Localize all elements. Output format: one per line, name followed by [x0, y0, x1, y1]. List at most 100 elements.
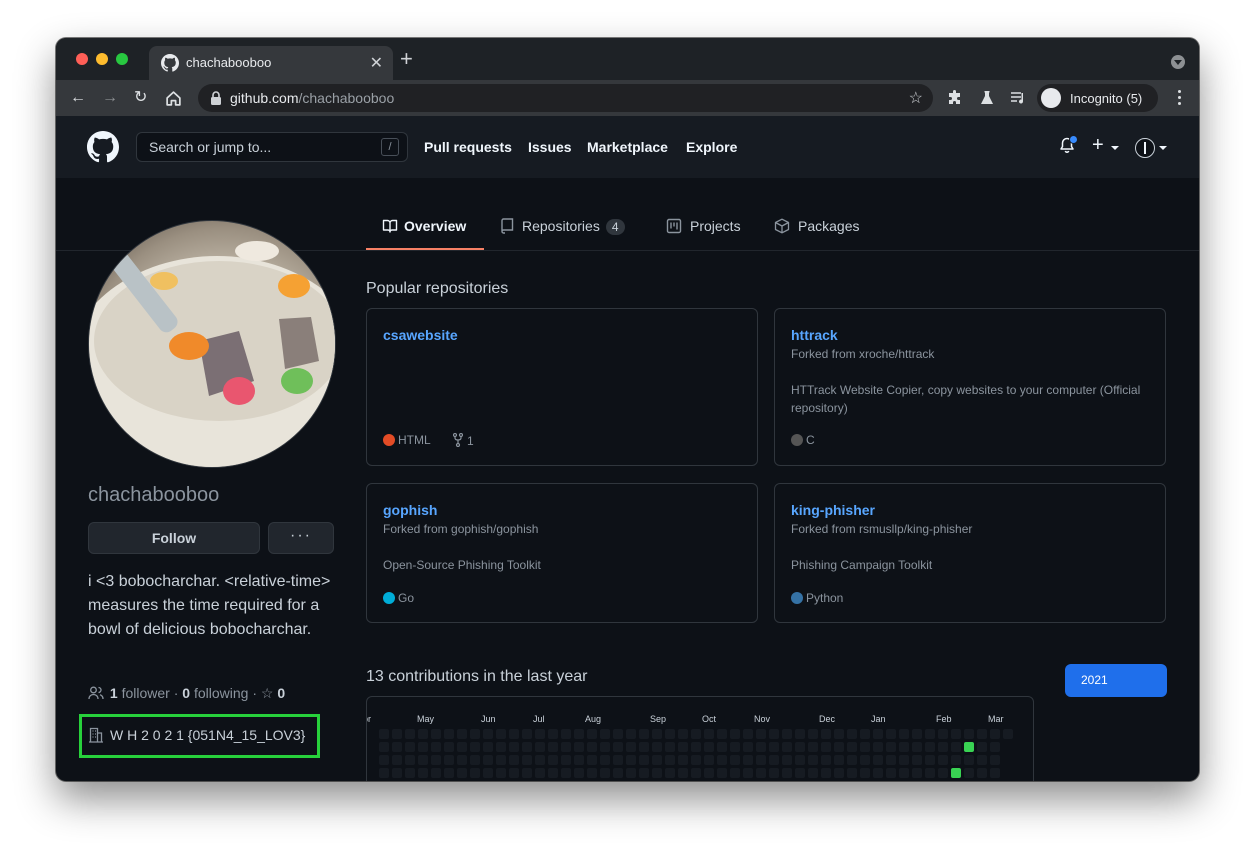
contribution-day[interactable] — [756, 768, 766, 778]
contribution-day[interactable] — [769, 768, 779, 778]
contribution-day[interactable] — [457, 729, 467, 739]
contribution-day[interactable] — [782, 742, 792, 752]
contribution-day[interactable] — [418, 755, 428, 765]
contribution-day[interactable] — [899, 742, 909, 752]
contribution-day[interactable] — [678, 755, 688, 765]
contribution-day[interactable] — [639, 768, 649, 778]
contribution-day[interactable] — [483, 755, 493, 765]
contribution-day[interactable] — [379, 755, 389, 765]
contribution-day[interactable] — [899, 768, 909, 778]
contribution-day[interactable] — [444, 755, 454, 765]
contribution-day[interactable] — [574, 742, 584, 752]
contribution-day[interactable] — [951, 755, 961, 765]
contribution-day[interactable] — [587, 742, 597, 752]
media-queue-icon[interactable] — [1010, 90, 1027, 106]
contribution-day[interactable] — [990, 768, 1000, 778]
contribution-day[interactable] — [782, 729, 792, 739]
contribution-day[interactable] — [951, 729, 961, 739]
contribution-day[interactable] — [626, 768, 636, 778]
contribution-day[interactable] — [873, 742, 883, 752]
close-tab-icon[interactable]: ✕ — [370, 53, 383, 73]
contribution-day[interactable] — [626, 742, 636, 752]
contribution-day[interactable] — [847, 755, 857, 765]
create-new-icon[interactable]: + — [1092, 134, 1104, 157]
contribution-day[interactable] — [678, 768, 688, 778]
contribution-day[interactable] — [509, 755, 519, 765]
contribution-day[interactable] — [795, 768, 805, 778]
year-2021-button[interactable]: 2021 — [1065, 664, 1167, 697]
repo-name-link[interactable]: king-phisher — [791, 502, 875, 518]
contribution-day[interactable] — [834, 742, 844, 752]
contribution-day[interactable] — [418, 768, 428, 778]
contribution-day[interactable] — [730, 742, 740, 752]
labs-flask-icon[interactable] — [979, 90, 995, 106]
contribution-day[interactable] — [405, 742, 415, 752]
contribution-day[interactable] — [665, 768, 675, 778]
contribution-day[interactable] — [717, 742, 727, 752]
contribution-day[interactable] — [743, 742, 753, 752]
contribution-day[interactable] — [678, 729, 688, 739]
follow-button[interactable]: Follow — [88, 522, 260, 554]
contribution-day[interactable] — [717, 768, 727, 778]
home-icon[interactable] — [165, 90, 182, 107]
contribution-day[interactable] — [704, 742, 714, 752]
contribution-day[interactable] — [431, 768, 441, 778]
contribution-day[interactable] — [496, 768, 506, 778]
contribution-day[interactable] — [795, 755, 805, 765]
contribution-day[interactable] — [704, 768, 714, 778]
contribution-day[interactable] — [522, 755, 532, 765]
contribution-day[interactable] — [561, 755, 571, 765]
contribution-day[interactable] — [470, 768, 480, 778]
contribution-day[interactable] — [470, 742, 480, 752]
contribution-day[interactable] — [769, 742, 779, 752]
contribution-day[interactable] — [691, 729, 701, 739]
contribution-day[interactable] — [613, 729, 623, 739]
forward-icon[interactable]: → — [102, 89, 118, 107]
contribution-day[interactable] — [795, 729, 805, 739]
following-label[interactable]: following — [194, 685, 248, 701]
profile-avatar[interactable] — [88, 220, 336, 468]
contribution-day[interactable] — [392, 755, 402, 765]
contribution-day[interactable] — [535, 755, 545, 765]
contribution-day[interactable] — [964, 742, 974, 752]
contribution-day[interactable] — [912, 755, 922, 765]
more-options-button[interactable]: ··· — [268, 522, 334, 554]
contribution-day[interactable] — [691, 742, 701, 752]
contribution-day[interactable] — [834, 768, 844, 778]
repo-name-link[interactable]: httrack — [791, 327, 838, 343]
contribution-day[interactable] — [756, 742, 766, 752]
user-caret-icon[interactable] — [1159, 146, 1167, 150]
contribution-day[interactable] — [717, 729, 727, 739]
contribution-day[interactable] — [652, 755, 662, 765]
contribution-day[interactable] — [834, 729, 844, 739]
contribution-day[interactable] — [535, 768, 545, 778]
new-tab-icon[interactable]: + — [400, 48, 413, 70]
contribution-day[interactable] — [522, 742, 532, 752]
reload-icon[interactable]: ↻ — [134, 89, 147, 107]
repo-forks[interactable]: 1 — [452, 432, 474, 448]
extensions-icon[interactable] — [947, 90, 963, 106]
contribution-day[interactable] — [704, 755, 714, 765]
contribution-day[interactable] — [548, 755, 558, 765]
contribution-day[interactable] — [886, 729, 896, 739]
contribution-day[interactable] — [1003, 729, 1013, 739]
back-icon[interactable]: ← — [70, 89, 86, 107]
nav-pull-requests[interactable]: Pull requests — [424, 139, 512, 155]
contribution-day[interactable] — [600, 729, 610, 739]
contribution-day[interactable] — [925, 729, 935, 739]
contribution-day[interactable] — [899, 755, 909, 765]
contribution-day[interactable] — [522, 729, 532, 739]
contribution-day[interactable] — [977, 742, 987, 752]
contribution-day[interactable] — [808, 742, 818, 752]
tab-packages[interactable]: Packages — [774, 218, 859, 234]
contribution-day[interactable] — [743, 729, 753, 739]
contribution-day[interactable] — [483, 729, 493, 739]
contribution-day[interactable] — [821, 755, 831, 765]
contribution-day[interactable] — [977, 729, 987, 739]
contribution-day[interactable] — [717, 755, 727, 765]
contribution-day[interactable] — [561, 742, 571, 752]
contribution-day[interactable] — [912, 742, 922, 752]
contribution-day[interactable] — [847, 768, 857, 778]
contribution-day[interactable] — [730, 755, 740, 765]
contribution-day[interactable] — [522, 768, 532, 778]
